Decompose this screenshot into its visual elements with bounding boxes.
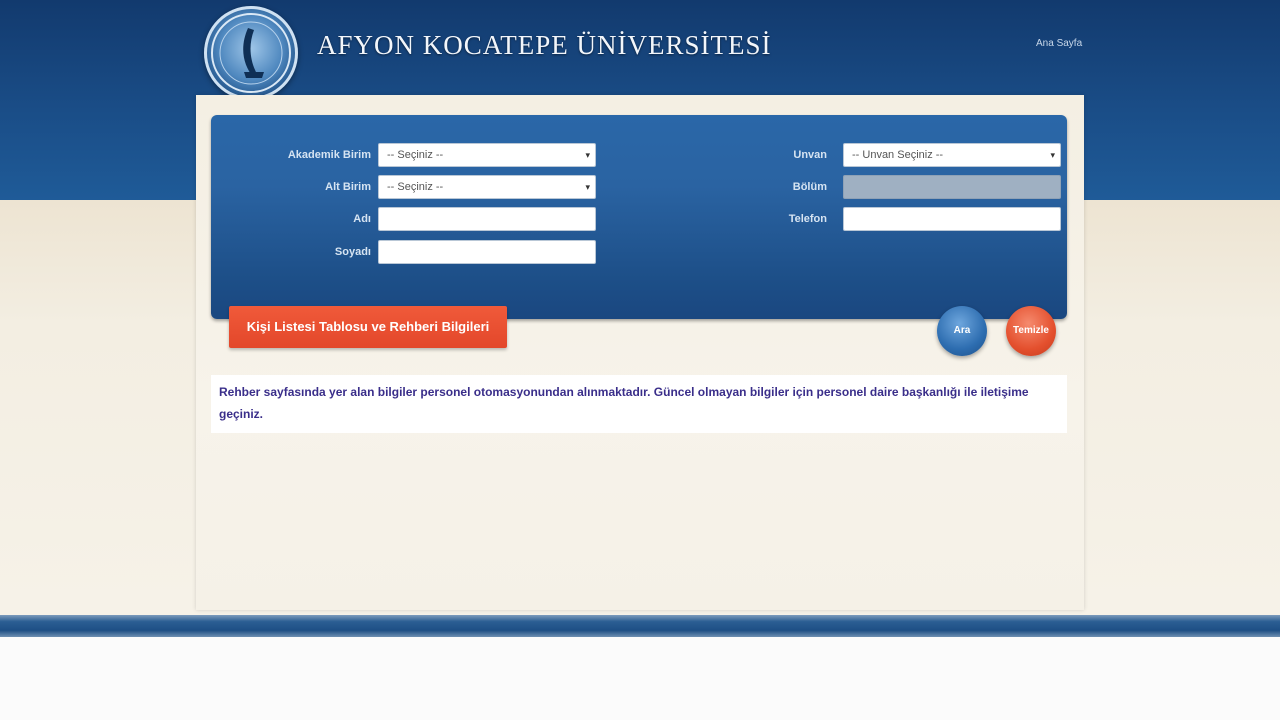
- sub-unit-select[interactable]: -- Seçiniz -- ▾: [378, 175, 596, 199]
- last-name-label: Soyadı: [334, 246, 371, 258]
- academic-unit-select[interactable]: -- Seçiniz -- ▾: [378, 143, 596, 167]
- sub-unit-value: -- Seçiniz --: [387, 181, 444, 193]
- clear-button[interactable]: Temizle: [1006, 306, 1056, 356]
- department-label: Bölüm: [792, 181, 827, 193]
- phone-label: Telefon: [788, 213, 827, 225]
- chevron-down-icon: ▾: [585, 182, 590, 192]
- chevron-down-icon: ▾: [1050, 150, 1055, 160]
- footer-stripe: [0, 615, 1280, 637]
- first-name-input[interactable]: [378, 207, 596, 231]
- phone-input[interactable]: [843, 207, 1061, 231]
- title-select[interactable]: -- Unvan Seçiniz -- ▾: [843, 143, 1061, 167]
- search-button[interactable]: Ara: [937, 306, 987, 356]
- seal-icon: [211, 13, 291, 93]
- academic-unit-value: -- Seçiniz --: [387, 149, 444, 161]
- title-value: -- Unvan Seçiniz --: [852, 149, 944, 161]
- search-form-panel: Akademik Birim -- Seçiniz -- ▾ Alt Birim…: [211, 115, 1067, 319]
- chevron-down-icon: ▾: [585, 150, 590, 160]
- info-notice-text: Rehber sayfasında yer alan bilgiler pers…: [219, 385, 1029, 421]
- last-name-input[interactable]: [378, 240, 596, 264]
- academic-unit-label: Akademik Birim: [287, 149, 371, 161]
- person-list-button[interactable]: Kişi Listesi Tablosu ve Rehberi Bilgiler…: [229, 306, 507, 348]
- title-label: Unvan: [793, 149, 827, 161]
- first-name-label: Adı: [353, 213, 371, 225]
- university-name: AFYON KOCATEPE ÜNİVERSİTESİ: [317, 30, 772, 60]
- clear-button-label: Temizle: [1013, 325, 1049, 336]
- university-seal-logo[interactable]: [204, 6, 298, 100]
- sub-unit-label: Alt Birim: [325, 181, 371, 193]
- footer-area: [0, 637, 1280, 720]
- search-button-label: Ara: [953, 325, 971, 336]
- department-select[interactable]: [843, 175, 1061, 199]
- info-notice: Rehber sayfasında yer alan bilgiler pers…: [211, 375, 1067, 433]
- home-link[interactable]: Ana Sayfa: [1036, 38, 1082, 49]
